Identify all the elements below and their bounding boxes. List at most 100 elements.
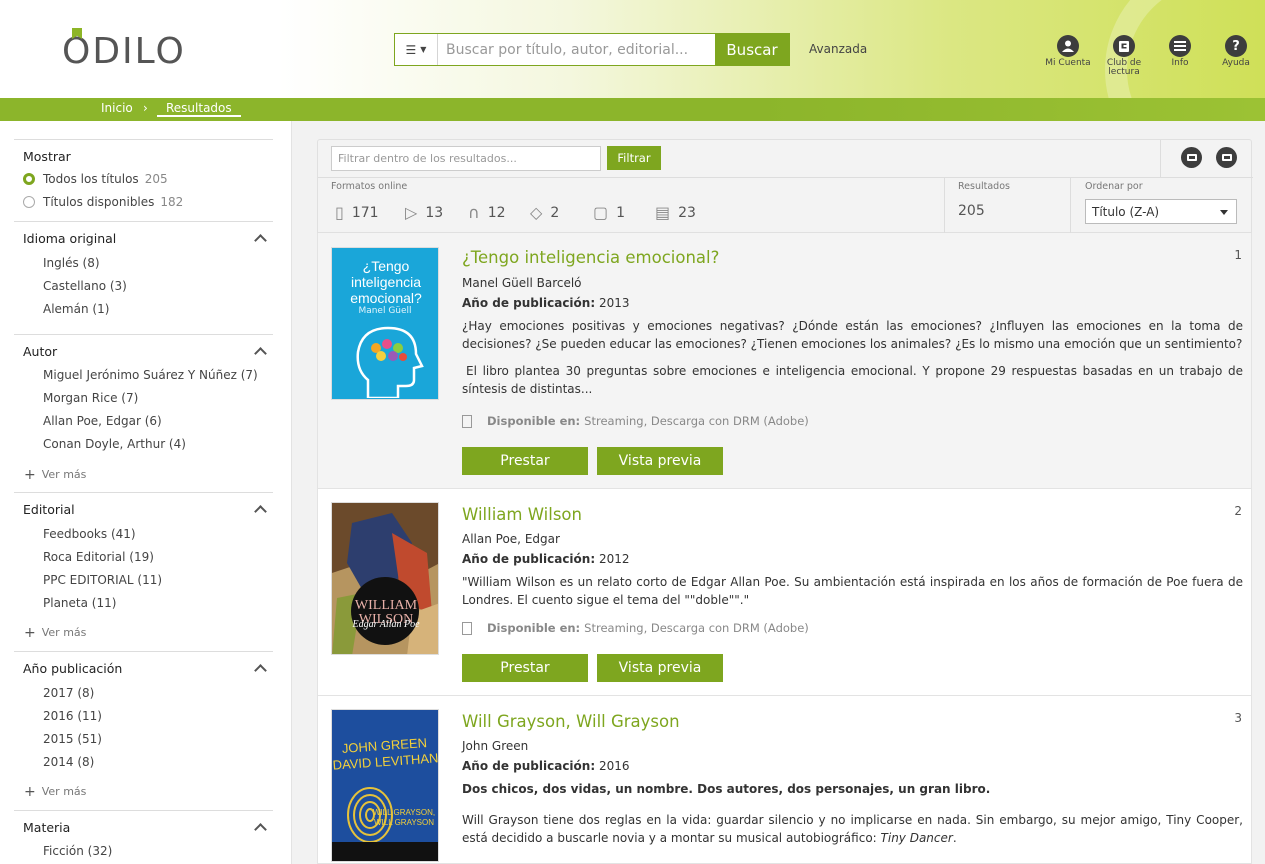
radio-all-titles[interactable] xyxy=(23,173,35,185)
collapse-chevron-icon[interactable] xyxy=(254,664,267,677)
see-more-editorial[interactable]: + Ver más xyxy=(24,625,86,641)
format-ebook[interactable]: ▯ 171 xyxy=(335,203,379,222)
reading-club-label: Club de lectura xyxy=(1106,58,1142,77)
book-cover[interactable]: JOHN GREEN DAVID LEVITHAN WILL GRAYSON, … xyxy=(331,709,439,862)
format-document[interactable]: ▤ 23 xyxy=(655,203,696,222)
result-title-link[interactable]: Will Grayson, Will Grayson xyxy=(462,712,680,731)
advanced-search-link[interactable]: Avanzada xyxy=(809,42,867,56)
filter-item[interactable]: Ficción (32) xyxy=(43,844,112,858)
result-card: JOHN GREEN DAVID LEVITHAN WILL GRAYSON, … xyxy=(317,696,1252,864)
print-icon[interactable] xyxy=(1216,147,1237,168)
result-title-link[interactable]: ¿Tengo inteligencia emocional? xyxy=(462,248,719,267)
info-button[interactable]: Info xyxy=(1152,35,1208,77)
format-video[interactable]: ▷ 13 xyxy=(405,203,443,222)
description-emphasis: Tiny Dancer xyxy=(880,831,953,845)
preview-button[interactable]: Vista previa xyxy=(597,447,723,475)
availability-label: Disponible en: xyxy=(487,414,581,428)
result-author-link[interactable]: John Green xyxy=(462,739,528,753)
order-value: Título (Z-A) xyxy=(1092,205,1160,219)
reading-club-button[interactable]: Club de lectura xyxy=(1096,35,1152,77)
collapse-chevron-icon[interactable] xyxy=(254,347,267,360)
plus-icon: + xyxy=(24,467,36,483)
list-icon: ☰ xyxy=(405,42,417,57)
see-more-autor[interactable]: + Ver más xyxy=(24,467,86,483)
ebook-icon: ▯ xyxy=(335,203,344,222)
help-label: Ayuda xyxy=(1222,58,1250,68)
breadcrumb-separator-icon: › xyxy=(143,101,148,115)
filter-item[interactable]: PPC EDITORIAL (11) xyxy=(43,573,162,587)
see-more-anio[interactable]: + Ver más xyxy=(24,784,86,800)
format-count: 171 xyxy=(351,204,379,221)
menu-icon xyxy=(1169,35,1191,57)
results-toolbar: Filtrar Formatos online ▯171 ▷13 ∩12 ◇2 … xyxy=(317,139,1253,234)
result-title-link[interactable]: William Wilson xyxy=(462,505,582,524)
filter-item[interactable]: Conan Doyle, Arthur (4) xyxy=(43,437,186,451)
result-author-link[interactable]: Manel Güell Barceló xyxy=(462,276,582,290)
format-count: 12 xyxy=(487,204,506,221)
header-icons: Mi Cuenta Club de lectura Info ? Ayuda xyxy=(1040,35,1264,77)
borrow-button[interactable]: Prestar xyxy=(462,654,588,682)
divider xyxy=(318,177,1253,178)
filters-sidebar: Mostrar Todos los títulos 205 Títulos dis… xyxy=(0,121,292,864)
result-card: WILLIAM WILSON Edgar Allan Poe William W… xyxy=(317,489,1252,696)
filter-item[interactable]: Feedbooks (41) xyxy=(43,527,136,541)
help-button[interactable]: ? Ayuda xyxy=(1208,35,1264,77)
filter-item[interactable]: Planeta (11) xyxy=(43,596,116,610)
plus-icon: + xyxy=(24,784,36,800)
filter-item[interactable]: 2015 (51) xyxy=(43,732,102,746)
format-audio[interactable]: ∩ 12 xyxy=(468,203,506,222)
preview-button[interactable]: Vista previa xyxy=(597,654,723,682)
option-label: Todos los títulos xyxy=(43,172,139,186)
document-icon xyxy=(462,621,472,635)
result-number: 3 xyxy=(1234,711,1242,725)
filter-item[interactable]: 2016 (11) xyxy=(43,709,102,723)
section-title: Autor xyxy=(23,344,58,359)
filter-item[interactable]: 2014 (8) xyxy=(43,755,94,769)
filter-item[interactable]: Allan Poe, Edgar (6) xyxy=(43,414,162,428)
filter-item[interactable]: Roca Editorial (19) xyxy=(43,550,154,564)
section-title: Editorial xyxy=(23,502,75,517)
collapse-chevron-icon[interactable] xyxy=(254,823,267,836)
borrow-button[interactable]: Prestar xyxy=(462,447,588,475)
plus-icon: + xyxy=(24,625,36,641)
see-more-label: Ver más xyxy=(41,626,87,639)
order-select[interactable]: Título (Z-A) xyxy=(1085,199,1237,224)
filter-item[interactable]: Alemán (1) xyxy=(43,302,109,316)
divider xyxy=(1070,178,1071,234)
filter-item[interactable]: Inglés (8) xyxy=(43,256,100,270)
breadcrumb-current: Resultados xyxy=(157,101,241,117)
option-available-titles[interactable]: Títulos disponibles 182 xyxy=(43,195,183,209)
my-account-button[interactable]: Mi Cuenta xyxy=(1040,35,1096,77)
format-elearning[interactable]: ◇ 2 xyxy=(530,203,559,222)
collapse-chevron-icon[interactable] xyxy=(254,234,267,247)
filter-item[interactable]: 2017 (8) xyxy=(43,686,94,700)
format-count: 23 xyxy=(678,204,696,221)
result-author-link[interactable]: Allan Poe, Edgar xyxy=(462,532,560,546)
collapse-chevron-icon[interactable] xyxy=(254,505,267,518)
book-cover[interactable]: WILLIAM WILSON Edgar Allan Poe xyxy=(331,502,439,655)
result-number: 2 xyxy=(1234,504,1242,518)
result-description: Will Grayson tiene dos reglas en la vida… xyxy=(462,813,1243,845)
search-type-dropdown[interactable]: ☰ ▼ xyxy=(395,34,438,65)
option-all-titles[interactable]: Todos los títulos 205 xyxy=(43,172,168,186)
filter-item[interactable]: Castellano (3) xyxy=(43,279,127,293)
radio-available-titles[interactable] xyxy=(23,196,35,208)
see-more-label: Ver más xyxy=(41,785,87,798)
search-input[interactable] xyxy=(438,34,715,65)
option-count: 205 xyxy=(144,172,168,186)
search-button[interactable]: Buscar xyxy=(715,34,789,65)
result-number: 1 xyxy=(1234,248,1242,262)
book-cover[interactable]: ¿Tengo inteligencia emocional? Manel Güe… xyxy=(331,247,439,400)
cover-illustration-icon xyxy=(332,503,438,654)
save-icon[interactable] xyxy=(1181,147,1202,168)
result-card: ¿Tengo inteligencia emocional? Manel Güe… xyxy=(317,233,1252,489)
results-label: Resultados xyxy=(958,181,1010,192)
filter-item[interactable]: Miguel Jerónimo Suárez Y Núñez (7) xyxy=(43,368,258,382)
filter-results-input[interactable] xyxy=(331,146,601,171)
breadcrumb-home[interactable]: Inicio xyxy=(101,101,133,115)
format-image[interactable]: ▢ 1 xyxy=(593,203,625,222)
filter-item[interactable]: Morgan Rice (7) xyxy=(43,391,138,405)
odilo-logo[interactable]: ODILO xyxy=(62,28,186,72)
result-year: Año de publicación: 2012 xyxy=(462,552,630,566)
filter-button[interactable]: Filtrar xyxy=(607,146,661,170)
